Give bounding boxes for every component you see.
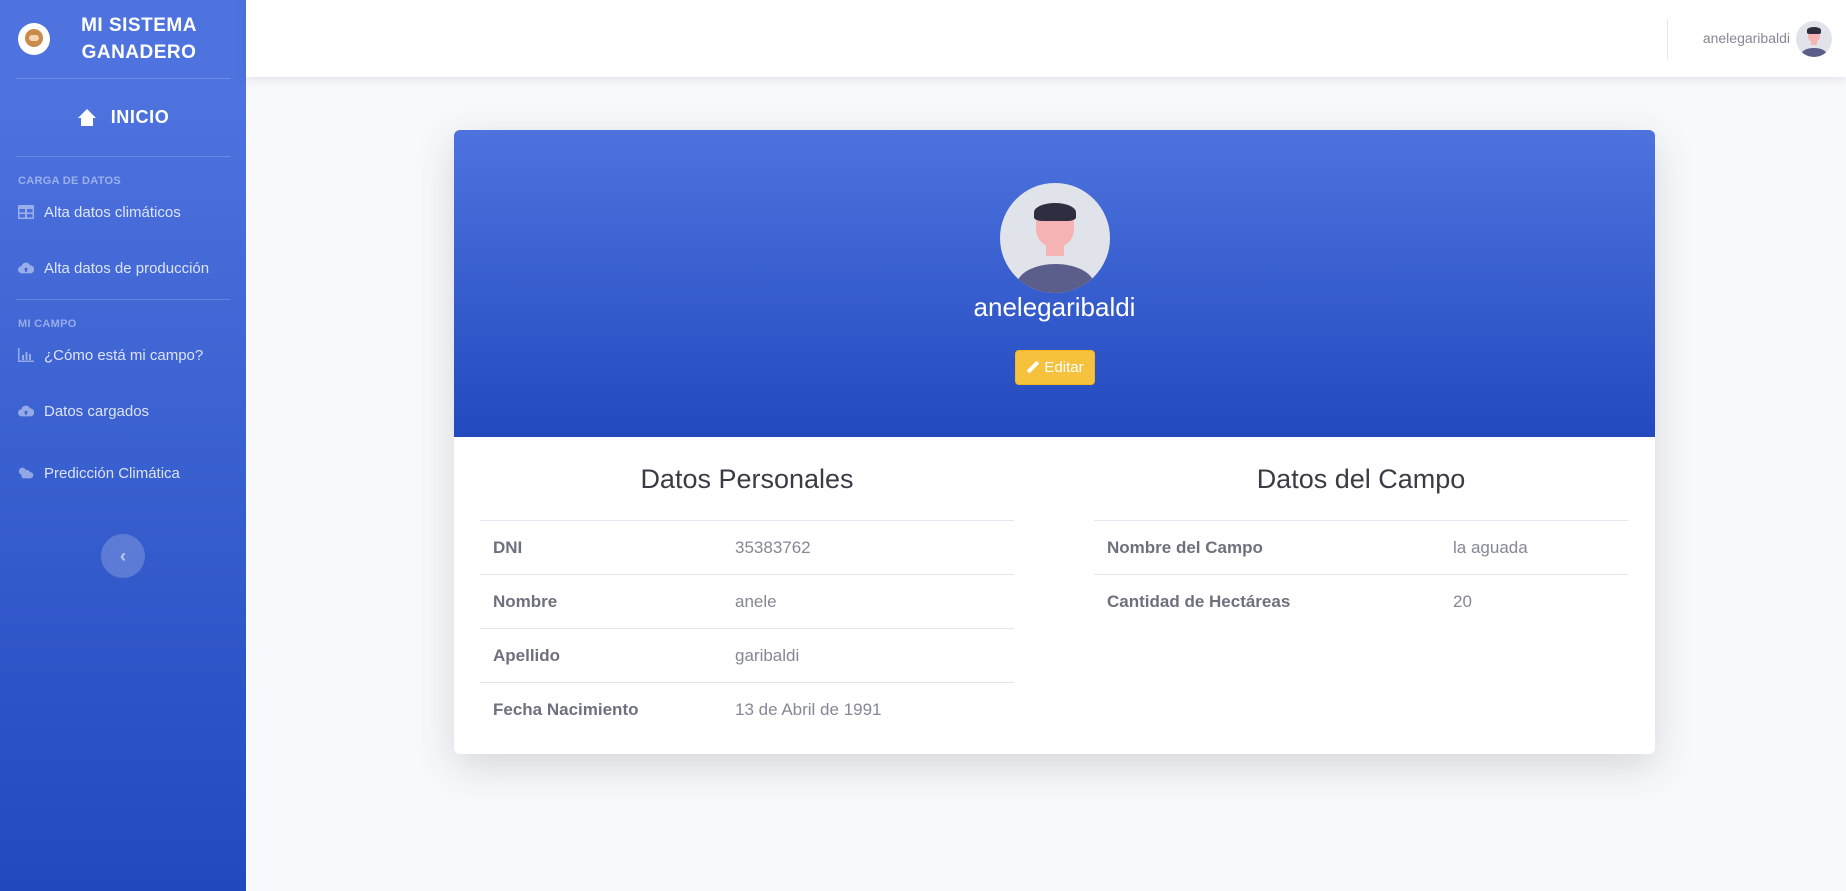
row-label: Fecha Nacimiento <box>493 700 639 719</box>
chart-area-icon <box>18 348 34 362</box>
section-title: Datos Personales <box>480 437 1014 521</box>
sidebar-item-label: ¿Cómo está mi campo? <box>44 346 204 364</box>
sidebar-item-label: Datos cargados <box>44 402 150 420</box>
pencil-icon <box>1026 361 1039 374</box>
user-avatar[interactable] <box>1796 21 1832 57</box>
profile-header: anelegaribaldi Editar <box>454 130 1655 437</box>
user-menu-name[interactable]: anelegaribaldi <box>1703 30 1790 46</box>
table-icon <box>18 205 34 219</box>
edit-button[interactable]: Editar <box>1015 350 1095 385</box>
row-value: 20 <box>1453 592 1472 611</box>
row-label: Nombre <box>493 591 558 611</box>
profile-card: anelegaribaldi Editar Datos Personales D… <box>454 130 1655 754</box>
cloud-upload-icon <box>18 262 34 274</box>
section-title: Datos del Campo <box>1094 437 1628 521</box>
sidebar-item-label: INICIO <box>110 107 170 127</box>
brand-title: MI SISTEMA GANADERO <box>81 15 197 63</box>
table-row: Fecha Nacimiento 13 de Abril de 1991 <box>480 683 1014 737</box>
sidebar-toggle-button[interactable]: ‹ <box>101 534 145 578</box>
sidebar-item-como-esta[interactable]: ¿Cómo está mi campo? <box>0 330 246 380</box>
sidebar-item-prediccion[interactable]: Predicción Climática <box>0 442 246 504</box>
sheep-logo-icon <box>18 23 50 55</box>
profile-avatar <box>1000 183 1110 293</box>
topbar: anelegaribaldi <box>246 0 1846 77</box>
table-row: DNI 35383762 <box>480 521 1014 575</box>
row-label: DNI <box>493 537 523 557</box>
sidebar-item-datos-cargados[interactable]: Datos cargados <box>0 380 246 442</box>
edit-button-label: Editar <box>1044 359 1084 376</box>
home-icon <box>77 108 97 127</box>
table-row: Cantidad de Hectáreas 20 <box>1094 575 1628 629</box>
row-value: 13 de Abril de 1991 <box>735 700 882 719</box>
sidebar-item-label: Alta datos de producción <box>44 259 210 277</box>
cloud-sun-icon <box>18 467 34 479</box>
row-value: 35383762 <box>735 537 811 557</box>
row-value: la aguada <box>1453 537 1528 557</box>
row-label: Nombre del Campo <box>1107 537 1263 557</box>
row-label: Apellido <box>493 645 561 665</box>
sidebar-brand[interactable]: MI SISTEMA GANADERO <box>0 0 246 78</box>
sidebar-item-inicio[interactable]: INICIO <box>0 79 246 156</box>
sidebar-item-label: Predicción Climática <box>44 464 180 482</box>
sidebar-heading-mi-campo: MI CAMPO <box>18 318 77 330</box>
topbar-divider <box>1667 19 1668 59</box>
cloud-upload-icon <box>18 405 34 417</box>
row-value: anele <box>735 591 777 611</box>
sidebar-heading-carga: CARGA DE DATOS <box>18 175 122 187</box>
table-row: Nombre del Campo la aguada <box>1094 521 1628 575</box>
sidebar-item-alta-produccion[interactable]: Alta datos de producción <box>0 237 246 299</box>
personal-data-section: Datos Personales DNI 35383762 Nombre ane… <box>480 437 1014 737</box>
table-row: Apellido garibaldi <box>480 629 1014 683</box>
chevron-left-icon: ‹ <box>120 545 126 566</box>
table-row: Nombre anele <box>480 575 1014 629</box>
sidebar: MI SISTEMA GANADERO INICIO CARGA DE DATO… <box>0 0 246 891</box>
row-label: Cantidad de Hectáreas <box>1107 592 1291 611</box>
profile-username: anelegaribaldi <box>973 292 1136 322</box>
sidebar-item-label: Alta datos climáticos <box>44 203 181 221</box>
row-value: garibaldi <box>735 645 800 665</box>
sidebar-item-alta-climaticos[interactable]: Alta datos climáticos <box>0 187 246 237</box>
campo-data-section: Datos del Campo Nombre del Campo la agua… <box>1094 437 1628 629</box>
